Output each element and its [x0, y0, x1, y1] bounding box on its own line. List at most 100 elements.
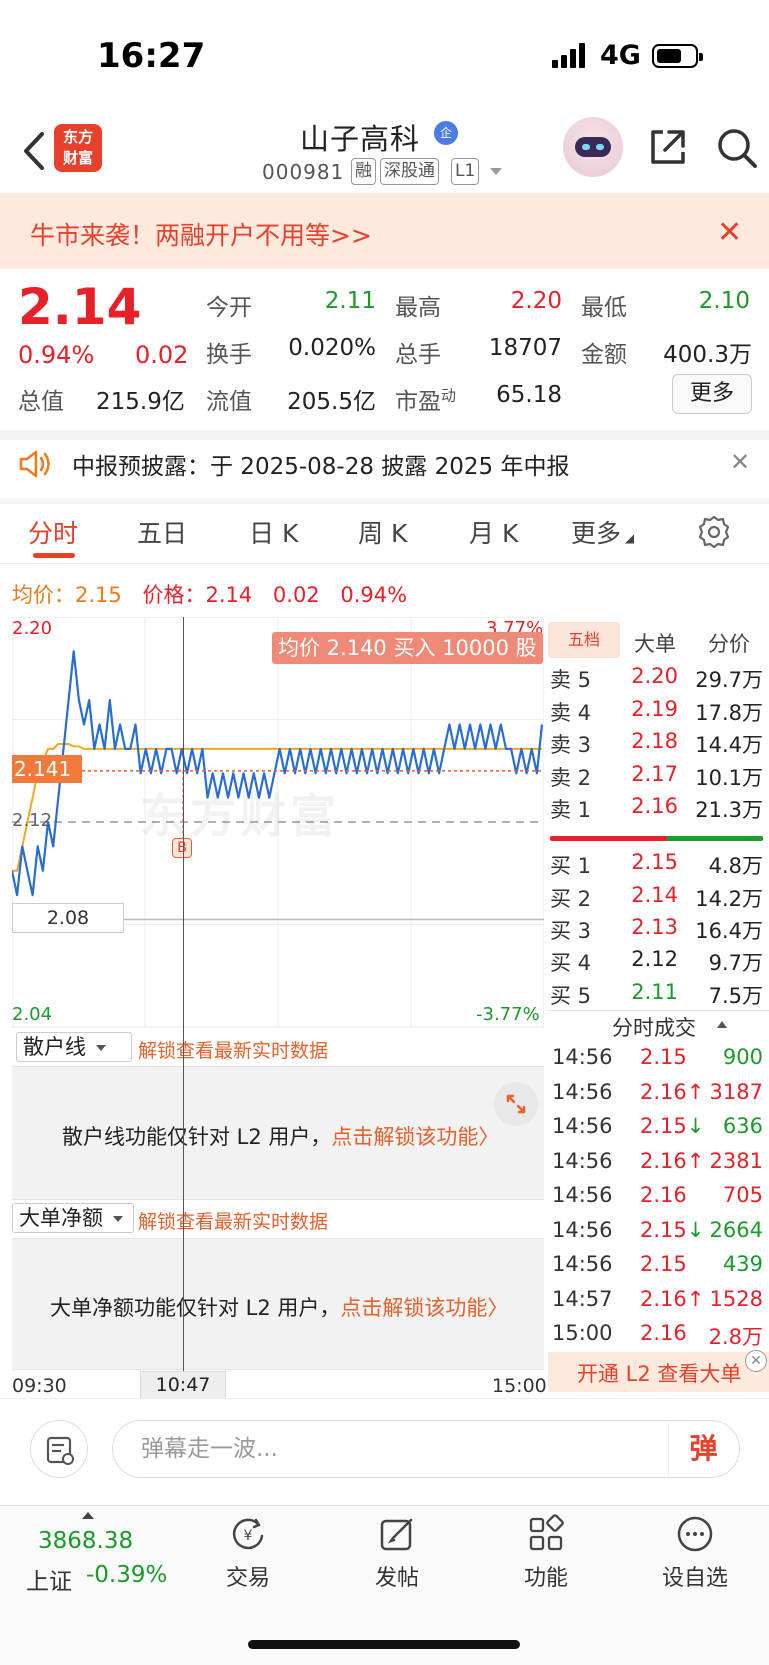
tick-row: 15:00 2.16 2.8万: [552, 1321, 763, 1353]
bid-row-4: 买 4 2.12 9.7万: [548, 947, 763, 977]
tick-price: 2.16: [640, 1183, 687, 1207]
tab-intraday[interactable]: 分时: [28, 514, 78, 550]
tab-weekly-k[interactable]: 周 K: [358, 514, 407, 550]
tick-volume: 705: [722, 1183, 763, 1207]
bid-vol: 4.8万: [708, 854, 763, 878]
bid-row-3: 买 3 2.13 16.4万: [548, 915, 763, 945]
pe-label-text: 市盈: [395, 389, 441, 415]
promo-text[interactable]: 牛市来袭！两融开户不用等>>: [30, 216, 372, 252]
more-dots-icon: [677, 1516, 713, 1552]
stock-code: 000981: [262, 160, 345, 184]
index-value[interactable]: 3868.38: [38, 1528, 133, 1554]
nav-post[interactable]: 发帖: [347, 1514, 447, 1592]
nav-functions[interactable]: 功能: [496, 1514, 596, 1592]
ask-row-2: 卖 2 2.17 10.1万: [548, 762, 763, 792]
nav-trade[interactable]: ¥ 交易: [198, 1514, 298, 1592]
buy-marker[interactable]: B: [172, 838, 192, 858]
notes-settings-icon[interactable]: [30, 1420, 88, 1478]
unlock-link-retail[interactable]: 解锁查看最新实时数据: [138, 1036, 328, 1063]
y-max-label: 2.20: [12, 618, 53, 639]
ai-assistant-icon[interactable]: [563, 117, 623, 177]
close-icon[interactable]: ✕: [717, 215, 742, 250]
caret-up-icon[interactable]: [82, 1512, 94, 1519]
ticks-header[interactable]: 分时成交: [612, 1012, 696, 1042]
amount-label: 金额: [581, 342, 627, 368]
trade-icon: ¥: [232, 1518, 264, 1550]
more-button[interactable]: 更多: [672, 374, 752, 414]
search-icon[interactable]: [715, 126, 759, 170]
big-order-unlock-button[interactable]: 点击解锁该功能〉: [340, 1296, 508, 1320]
tick-volume: 2381: [709, 1148, 763, 1173]
unlock-link-big-order[interactable]: 解锁查看最新实时数据: [138, 1207, 328, 1234]
ask-price: 2.17: [631, 762, 678, 786]
price-change-amt: 0.02: [272, 583, 320, 607]
retail-locked-msg: 散户线功能仅针对 L2 用户，: [62, 1125, 332, 1149]
ask-vol: 17.8万: [695, 701, 763, 725]
tick-time: 15:00: [552, 1321, 613, 1345]
tab-five-day[interactable]: 五日: [137, 514, 187, 550]
caret-up-icon[interactable]: [717, 1021, 727, 1028]
tick-arrow: ↑: [686, 1079, 705, 1104]
tick-price-value: 2.15: [640, 1114, 687, 1138]
turnover-value: 0.020%: [288, 335, 376, 361]
ask-row-3: 卖 3 2.18 14.4万: [548, 729, 763, 759]
bid-row-1: 买 1 2.15 4.8万: [548, 850, 763, 880]
trade-tooltip: 均价 2.140 买入 10000 股: [272, 632, 543, 664]
nav-functions-label: 功能: [523, 1566, 568, 1591]
tab-monthly-k[interactable]: 月 K: [469, 514, 518, 550]
tab-more-label: 更多: [571, 519, 622, 548]
retail-unlock-button[interactable]: 点击解锁该功能〉: [331, 1125, 499, 1149]
brand-logo[interactable]: 东方财富: [54, 124, 102, 172]
tab-order-book-5[interactable]: 五档: [548, 622, 620, 658]
danmu-button[interactable]: 弹: [668, 1421, 738, 1477]
gear-icon[interactable]: [697, 515, 731, 549]
index-change[interactable]: -0.39%: [86, 1562, 167, 1588]
l2-upgrade-text[interactable]: 开通 L2 查看大单: [577, 1358, 741, 1388]
price-change-pct: 0.94%: [340, 583, 408, 607]
y-min-pct-label: -3.77%: [476, 1004, 540, 1025]
apps-icon: [529, 1514, 564, 1551]
ask-row-1: 卖 1 2.16 21.3万: [548, 794, 763, 824]
tick-price-value: 2.15: [640, 1252, 687, 1276]
tab-big-orders[interactable]: 大单: [634, 628, 676, 658]
big-order-select[interactable]: 大单净额: [12, 1203, 134, 1233]
close-icon[interactable]: ✕: [730, 448, 750, 476]
tick-volume: 2664: [709, 1217, 763, 1242]
notes-glyph: [46, 1436, 74, 1465]
tick-row: 14:56 2.16 705: [552, 1183, 763, 1215]
tick-time: 14:56: [552, 1079, 613, 1104]
big-order-locked-text: 大单净额功能仅针对 L2 用户，点击解锁该功能〉: [50, 1292, 508, 1322]
low-label: 最低: [581, 295, 627, 321]
amount-value: 400.3万: [663, 342, 752, 368]
close-icon[interactable]: ✕: [745, 1350, 767, 1372]
ask-label: 卖 2: [550, 766, 592, 790]
bid-vol: 16.4万: [695, 919, 763, 943]
expand-icon[interactable]: [494, 1082, 538, 1126]
comment-input[interactable]: 弹幕走一波...: [112, 1420, 740, 1478]
ask-row-4: 卖 4 2.19 17.8万: [548, 697, 763, 727]
bid-label: 买 5: [550, 984, 592, 1008]
ask-vol: 14.4万: [695, 733, 763, 757]
tab-price-dist[interactable]: 分价: [708, 628, 750, 658]
back-icon[interactable]: [14, 128, 54, 174]
cursor-time-label: 10:47: [140, 1371, 226, 1399]
retail-line-select[interactable]: 散户线: [16, 1032, 132, 1062]
chevron-down-icon[interactable]: [490, 168, 502, 175]
divider: [548, 1010, 769, 1011]
price-info-line: 均价：2.15 价格：2.14 0.02 0.94%: [12, 579, 407, 609]
low-value: 2.10: [698, 288, 750, 314]
nav-watchlist[interactable]: 设自选: [645, 1514, 745, 1592]
logo-text: 东方财富: [62, 128, 93, 167]
index-name[interactable]: 上证: [26, 1562, 72, 1596]
ask-label: 卖 3: [550, 733, 592, 757]
order-book-divider: [550, 836, 763, 841]
low-price-box: 2.08: [12, 903, 124, 933]
share-icon[interactable]: [647, 126, 689, 168]
tick-volume: 1528: [709, 1286, 763, 1311]
avg-value: 2.15: [75, 583, 122, 607]
tab-daily-k[interactable]: 日 K: [249, 514, 298, 550]
notice-text[interactable]: 中报预披露：于 2025-08-28 披露 2025 年中报: [72, 447, 569, 481]
watermark: 东方财富: [140, 789, 340, 843]
tab-more[interactable]: 更多 ◢: [571, 514, 634, 550]
nav-post-label: 发帖: [374, 1566, 419, 1591]
